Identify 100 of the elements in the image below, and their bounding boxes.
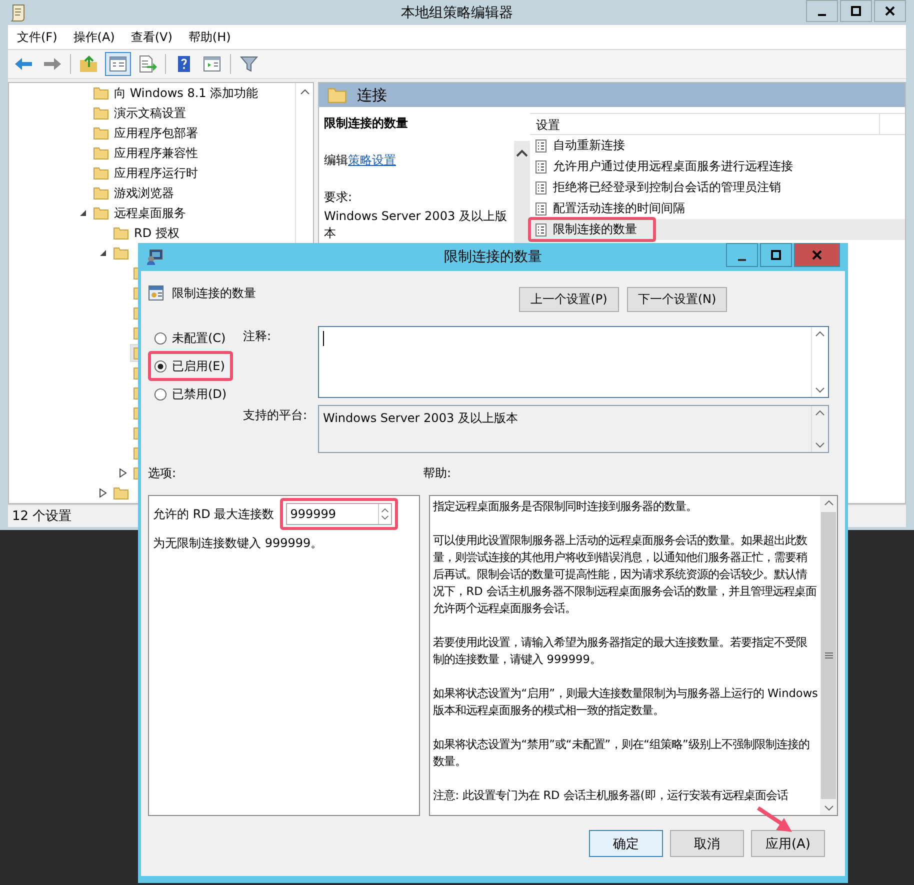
- pane-title: 连接: [357, 86, 387, 104]
- status-text: 12 个设置: [12, 508, 72, 525]
- help-paragraph: 若要使用此设置，请输入希望为服务器指定的最大连接数量。若要指定不受限制的连接数量，请键入 999999。: [433, 635, 808, 668]
- computer-icon: [146, 248, 164, 266]
- radio-icon[interactable]: [154, 388, 167, 400]
- help-paragraph: 可以使用此设置限制服务器上活动的远程桌面服务会话的数量。如果超出此数量，则尝试连接的其他用户将收到错误消息，以通知他们服务器正忙，需要稍后再试。限制会话的数量可提高性能，因为请求系统资源的会话较少。默认情况下，RD 会话主机服务器不限制远程桌面服务会话的数量，并且管理远程桌面允许两个远程桌面服务会话。: [433, 533, 818, 617]
- document-icon: [535, 222, 547, 236]
- maximize-icon: [850, 5, 862, 17]
- scrollbar[interactable]: [820, 496, 837, 815]
- scroll-up-icon[interactable]: [300, 89, 310, 95]
- menu-item[interactable]: 文件(F): [11, 26, 64, 48]
- minimize-button[interactable]: [806, 0, 838, 22]
- dialog-button[interactable]: 确定: [589, 830, 663, 857]
- comment-field[interactable]: [318, 326, 829, 398]
- help-paragraph: 指定远程桌面服务是否限制同时连接到服务器的数量。: [433, 499, 698, 515]
- panel-toggle-icon[interactable]: [105, 52, 131, 76]
- setting-item[interactable]: 拒绝将已经登录到控制台会话的管理员注销: [530, 177, 905, 198]
- maximize-button[interactable]: [760, 243, 792, 267]
- maximize-button[interactable]: [840, 0, 872, 22]
- scroll-up-icon[interactable]: [824, 500, 834, 506]
- setting-item[interactable]: 配置活动连接的时间间隔: [530, 198, 905, 219]
- help-paragraph: 如果将状态设置为“禁用”或“未配置”，则在“组策略”级别上不强制限制连接的数量。: [433, 737, 810, 770]
- column-header[interactable]: 设置: [530, 114, 880, 134]
- nav-button[interactable]: 下一个设置(N): [627, 287, 727, 312]
- tree-item[interactable]: RD 授权: [110, 222, 182, 244]
- option-label: 允许的 RD 最大连接数: [153, 506, 274, 522]
- folder-icon: [93, 166, 109, 180]
- folder-icon: [93, 186, 109, 200]
- document-icon: [535, 138, 547, 152]
- option-hint: 为无限制连接数键入 999999。: [153, 535, 324, 552]
- tree-item[interactable]: 应用程序包部署: [90, 122, 201, 144]
- help-paragraph: 注意: 此设置专门为在 RD 会话主机服务器(即，运行安装有远程桌面会话: [433, 788, 789, 804]
- scroll-down-icon[interactable]: [824, 805, 834, 811]
- scroll-up-icon[interactable]: [815, 331, 825, 337]
- policy-icon: [148, 285, 164, 301]
- number-field[interactable]: 999999: [286, 503, 392, 525]
- folder-icon: [113, 486, 129, 500]
- expanded-arrow-icon[interactable]: [79, 209, 87, 217]
- menu-item[interactable]: 操作(A): [67, 26, 121, 48]
- tree-item[interactable]: 远程桌面服务: [90, 202, 189, 224]
- folder-icon: [93, 126, 109, 140]
- setting-name: 限制连接的数量: [172, 285, 256, 302]
- scroll-icon: [10, 4, 26, 22]
- tree-item[interactable]: 应用程序兼容性: [90, 142, 201, 164]
- close-icon: [884, 5, 896, 17]
- collapsed-arrow-icon[interactable]: [99, 488, 107, 498]
- setting-item[interactable]: 限制连接的数量: [530, 219, 905, 240]
- grip-icon: [824, 652, 832, 659]
- nav-button[interactable]: 上一个设置(P): [519, 287, 619, 312]
- folder-icon: [93, 206, 109, 220]
- radio-icon[interactable]: [154, 332, 167, 344]
- scroll-up-icon[interactable]: [815, 410, 825, 416]
- scroll-thumb[interactable]: [821, 512, 836, 799]
- scroll-down-icon[interactable]: [815, 387, 825, 393]
- help-label: 帮助:: [423, 465, 452, 482]
- tree-item[interactable]: 向 Windows 8.1 添加功能: [90, 83, 262, 104]
- tree-item[interactable]: 演示文稿设置: [90, 102, 189, 124]
- tree-item[interactable]: 游戏浏览器: [90, 182, 177, 204]
- help-paragraph: 如果将状态设置为“启用”，则最大连接数量限制为与服务器上运行的 Windows 版本和远程桌面服务的模式相一致的指定数量。: [433, 686, 818, 719]
- dialog-button[interactable]: 取消: [670, 830, 744, 857]
- scroll-up-icon[interactable]: [516, 149, 528, 157]
- dialog-title: 限制连接的数量: [444, 248, 542, 266]
- radio-option[interactable]: 未配置(C): [154, 328, 228, 348]
- folder-icon: [113, 246, 129, 260]
- decrement-icon[interactable]: [381, 515, 390, 520]
- menu-item[interactable]: 查看(V): [124, 26, 178, 48]
- increment-icon[interactable]: [381, 508, 390, 513]
- options-label: 选项:: [148, 465, 178, 482]
- requirements-label: 要求:: [324, 189, 354, 206]
- setting-title: 限制连接的数量: [324, 115, 409, 132]
- radio-option[interactable]: 已启用(E): [154, 356, 227, 376]
- platform-text: Windows Server 2003 及以上版本: [322, 410, 519, 427]
- document-icon: [535, 160, 547, 174]
- minimize-icon: [818, 14, 826, 16]
- folder-icon: [93, 106, 109, 120]
- document-icon: [535, 202, 547, 216]
- dialog-button[interactable]: 应用(A): [751, 830, 825, 857]
- maximize-icon: [770, 249, 782, 261]
- radio-icon[interactable]: [154, 360, 167, 372]
- radio-option[interactable]: 已禁用(D): [154, 384, 229, 404]
- expanded-arrow-icon[interactable]: [99, 249, 107, 257]
- policy-settings-link[interactable]: 策略设置: [348, 153, 396, 167]
- window-title: 本地组策略编辑器: [401, 4, 513, 22]
- requirements-text: Windows Server 2003 及以上版本: [324, 208, 508, 242]
- platform-label: 支持的平台:: [243, 407, 308, 424]
- setting-item[interactable]: 自动重新连接: [530, 135, 905, 156]
- document-icon: [535, 180, 547, 194]
- menu-item[interactable]: 帮助(H): [182, 26, 237, 48]
- folder-icon: [93, 86, 109, 100]
- comment-label: 注释:: [243, 328, 272, 345]
- minimize-icon: [738, 259, 746, 261]
- setting-item[interactable]: 允许用户通过使用远程桌面服务进行远程连接: [530, 156, 905, 177]
- tree-item[interactable]: 应用程序运行时: [90, 162, 201, 184]
- folder-icon: [327, 86, 347, 104]
- close-button[interactable]: [874, 0, 906, 22]
- edit-label: 编辑: [324, 153, 348, 167]
- scroll-down-icon[interactable]: [815, 442, 825, 448]
- minimize-button[interactable]: [726, 243, 758, 267]
- folder-icon: [93, 146, 109, 160]
- collapsed-arrow-icon[interactable]: [119, 468, 127, 478]
